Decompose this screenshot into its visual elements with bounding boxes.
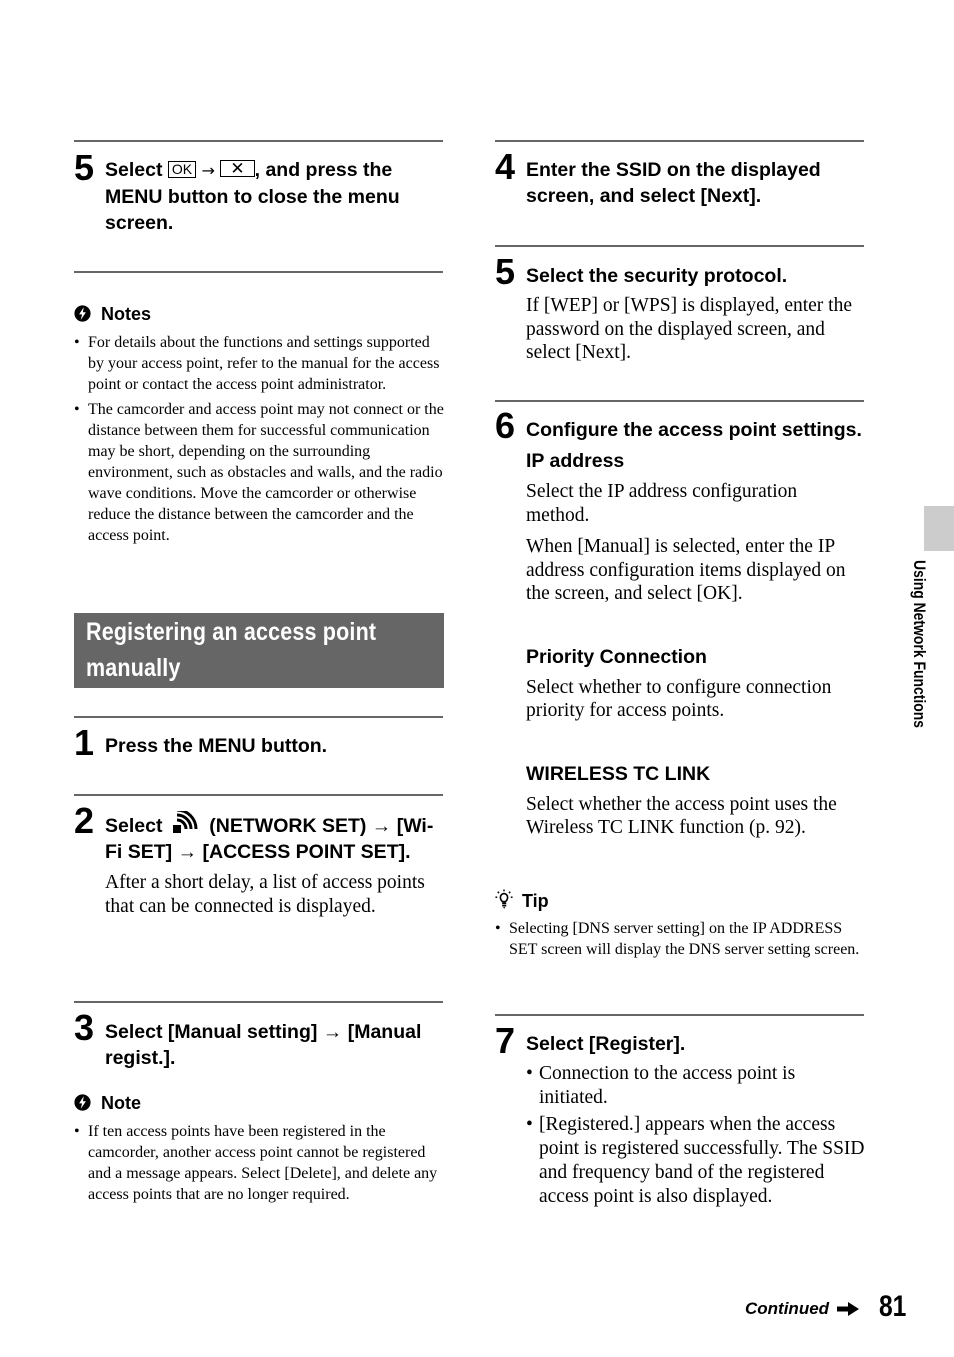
step-5-close-menu: 5 Select OK → ✕, and press the MENU butt… <box>74 150 444 236</box>
tip-list: Selecting [DNS server setting] on the IP… <box>495 918 867 964</box>
subsection-heading-wireless-tc-link: WIRELESS TC LINK <box>526 762 711 785</box>
continued-indicator: Continued <box>745 1298 859 1320</box>
step-2-network-set: 2 Select (NETWORK SET) → [Wi-Fi SET] → [… <box>74 803 444 918</box>
step-number: 6 <box>495 405 515 446</box>
notes-heading-text: Notes <box>101 304 152 324</box>
caution-icon <box>74 1094 91 1111</box>
subsection-paragraph: Select whether the access point uses the… <box>526 793 837 839</box>
subsection-heading-priority-connection: Priority Connection <box>526 645 707 668</box>
notes-list: For details about the functions and sett… <box>74 332 446 550</box>
ok-icon: OK <box>167 161 197 178</box>
subsection-paragraph: When [Manual] is selected, enter the IP … <box>526 536 846 604</box>
list-item: Connection to the access point is initia… <box>526 1062 865 1110</box>
continued-text: Continued <box>745 1299 830 1318</box>
step-4-enter-ssid: 4 Enter the SSID on the displayed screen… <box>495 149 865 209</box>
arrow-right-icon: → <box>201 161 215 180</box>
list-item: For details about the functions and sett… <box>74 332 446 395</box>
caution-icon <box>74 305 91 322</box>
arrow-right-icon <box>836 1302 859 1316</box>
step-title: Configure the access point settings. <box>526 419 862 441</box>
step-title-prefix: Select <box>105 159 163 181</box>
divider <box>74 794 443 796</box>
divider <box>495 140 864 142</box>
divider <box>74 716 443 718</box>
step-number: 4 <box>495 146 515 187</box>
step-title: Select (NETWORK SET) → [Wi-Fi SET] → [AC… <box>105 803 444 865</box>
chapter-label-text: Using Network Functions <box>910 560 929 729</box>
step-title-prefix: Select <box>105 815 163 837</box>
note-heading-text: Note <box>101 1093 141 1113</box>
step-7-list: Connection to the access point is initia… <box>526 1062 865 1209</box>
note-list: If ten access points have been registere… <box>74 1121 446 1209</box>
step-number: 3 <box>74 1007 94 1048</box>
step-title: Enter the SSID on the displayed screen, … <box>526 159 821 207</box>
chapter-label: Using Network Functions <box>909 560 931 772</box>
step-number: 2 <box>74 800 94 841</box>
step-1-press-menu: 1 Press the MENU button. <box>74 722 444 763</box>
divider <box>74 1001 443 1003</box>
subsection-paragraph: Select whether to configure connection p… <box>526 676 832 722</box>
subsection-paragraph: Select the IP address configuration meth… <box>526 481 798 526</box>
step-body: After a short delay, a list of access po… <box>105 872 425 917</box>
step-number: 1 <box>74 722 94 763</box>
list-item: If ten access points have been registere… <box>74 1121 446 1205</box>
step-7-register: 7 Select [Register]. Connection to the a… <box>495 1023 865 1212</box>
lightbulb-icon <box>495 889 513 909</box>
list-item: Selecting [DNS server setting] on the IP… <box>495 918 867 960</box>
divider <box>495 245 864 247</box>
step-5-security-protocol: 5 Select the security protocol. If [WEP]… <box>495 254 865 365</box>
page-number: 81 <box>879 1290 907 1323</box>
tip-heading: Tip <box>495 889 549 912</box>
step-3-manual-setting: 3 Select [Manual setting] → [Manual regi… <box>74 1010 444 1071</box>
divider <box>74 271 443 273</box>
step-title: Select the security protocol. <box>526 265 788 287</box>
divider <box>74 140 443 142</box>
step-body: If [WEP] or [WPS] is displayed, enter th… <box>526 295 852 363</box>
section-heading-line-1: Registering an access point <box>86 618 377 646</box>
step-title: Select [Register]. <box>526 1033 686 1055</box>
chapter-tab-marker <box>924 506 954 551</box>
step-number: 5 <box>495 251 515 292</box>
section-heading-line-2: manually <box>86 654 181 682</box>
tip-heading-text: Tip <box>522 891 549 911</box>
step-title: Select OK → ✕, and press the MENU button… <box>105 150 444 236</box>
step-6-configure-settings: 6 Configure the access point settings. I… <box>495 408 865 840</box>
section-heading: Registering an access point manually <box>74 613 444 688</box>
step-number: 7 <box>495 1020 515 1061</box>
notes-heading: Notes <box>74 303 151 325</box>
close-icon: ✕ <box>220 160 255 177</box>
list-item: The camcorder and access point may not c… <box>74 399 446 546</box>
divider <box>495 400 864 402</box>
divider <box>495 1014 864 1016</box>
list-item: [Registered.] appears when the access po… <box>526 1113 865 1209</box>
network-icon <box>172 808 198 833</box>
step-title: Press the MENU button. <box>105 735 328 757</box>
step-number: 5 <box>74 147 94 188</box>
subsection-heading-ip-address: IP address <box>526 450 625 472</box>
step-title: Select [Manual setting] → [Manual regist… <box>105 1021 422 1069</box>
note-heading: Note <box>74 1092 141 1114</box>
